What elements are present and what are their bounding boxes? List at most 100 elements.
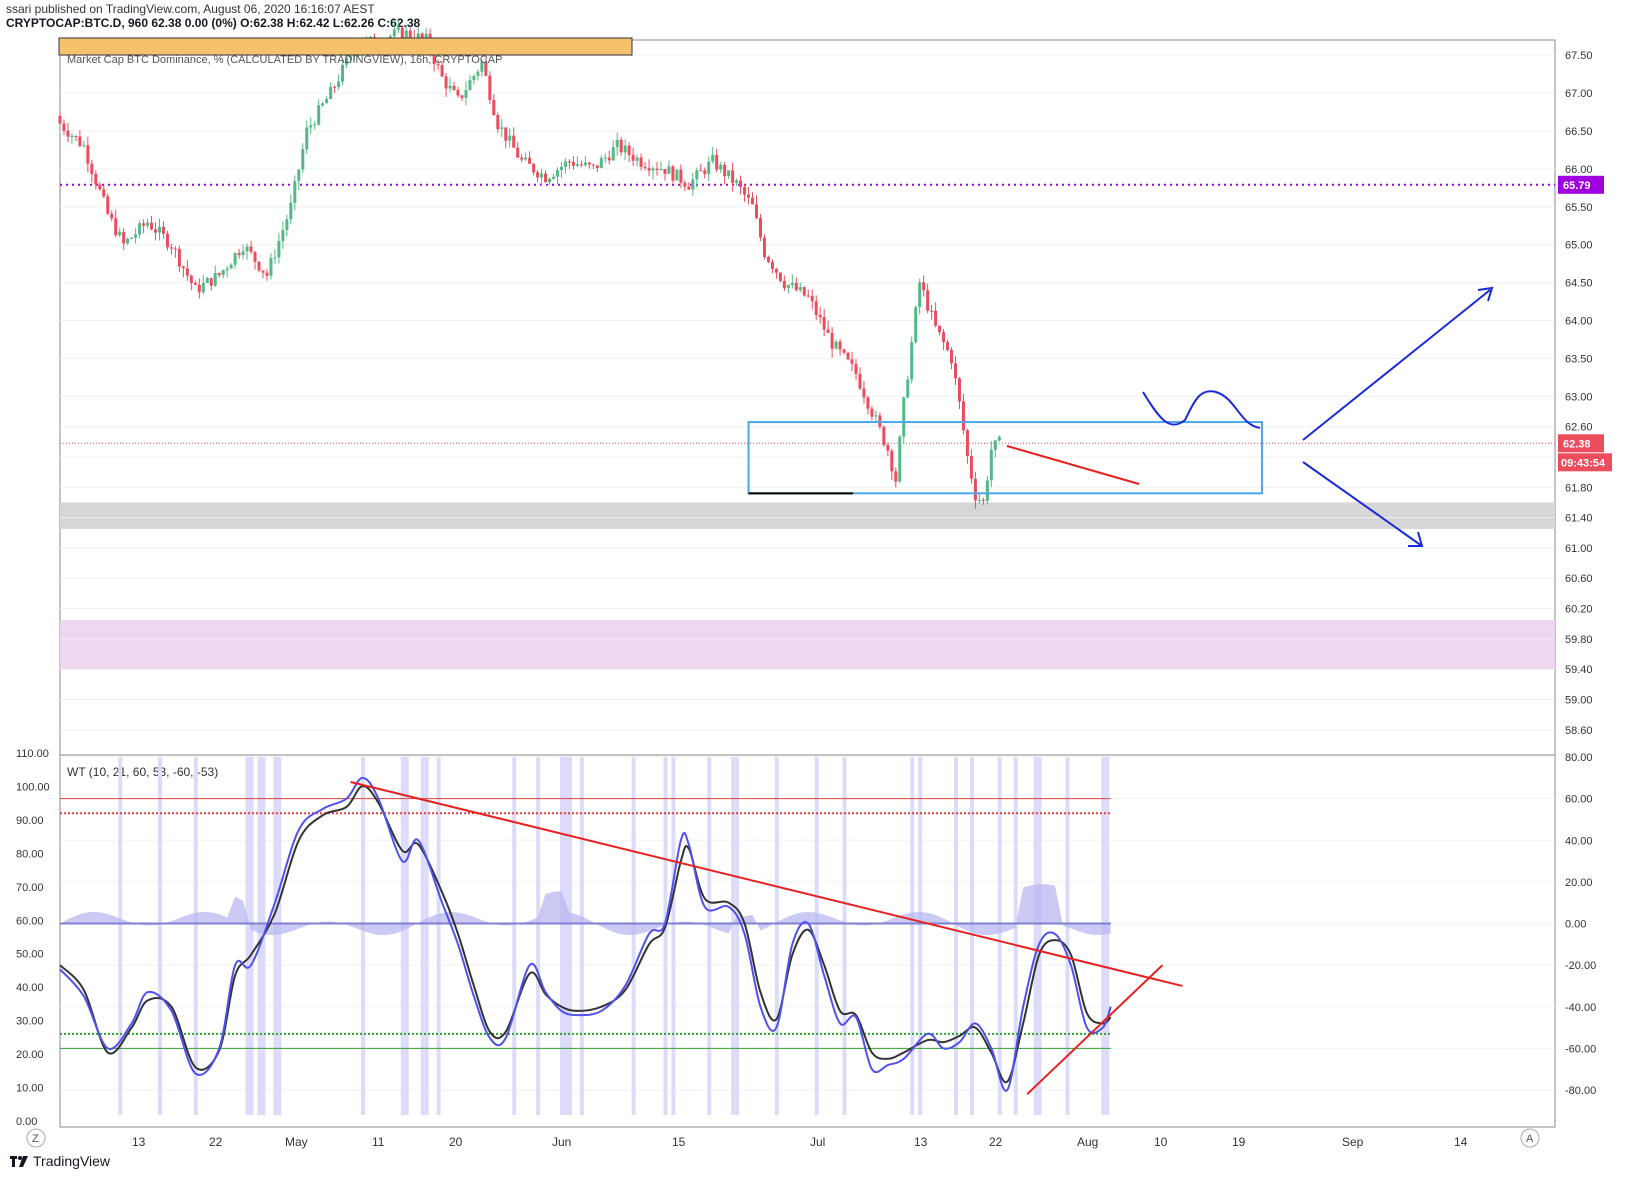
main-pane-title: Market Cap BTC Dominance, % (CALCULATED … xyxy=(67,54,502,66)
candle-body xyxy=(977,499,981,501)
candle-body xyxy=(325,99,329,104)
candle-body xyxy=(269,258,273,276)
candle-body xyxy=(217,273,221,276)
candle-body xyxy=(516,147,520,158)
signal-band xyxy=(954,757,958,1115)
time-tick-label: Jun xyxy=(552,1135,571,1149)
candle-body xyxy=(169,247,173,249)
candle-body xyxy=(758,218,762,238)
candle-body xyxy=(257,261,261,271)
auto-scale-button[interactable]: A xyxy=(1520,1128,1540,1148)
time-tick-label: 15 xyxy=(672,1135,686,1149)
time-tick-label: 11 xyxy=(372,1135,385,1149)
candle-body xyxy=(245,246,249,252)
candle-body xyxy=(858,373,862,389)
candle-body xyxy=(130,237,134,239)
candle-body xyxy=(663,169,667,174)
candle-body xyxy=(723,164,727,177)
zoom-button[interactable]: Z xyxy=(26,1128,46,1148)
candle-body xyxy=(651,168,655,171)
candle-body xyxy=(997,436,1001,441)
signal-band xyxy=(631,757,636,1115)
candle-body xyxy=(914,307,918,343)
candle-body xyxy=(321,103,325,106)
candle-body xyxy=(233,253,237,265)
footer-brand[interactable]: TradingView xyxy=(10,1153,110,1169)
chart-canvas[interactable]: 67.50 67.00 66.50 66.00 65.50 65.00 64.50 64.00… xyxy=(0,0,1626,1182)
indicator-tick-left: 110.00 xyxy=(16,748,49,760)
candle-body xyxy=(739,180,743,187)
candle-body xyxy=(818,314,822,318)
candle-body xyxy=(946,342,950,350)
candle-body xyxy=(846,352,850,360)
candle-body xyxy=(86,145,90,164)
candle-body xyxy=(619,139,623,153)
current-price-label: 62.38 xyxy=(1563,438,1591,450)
candle-body xyxy=(563,161,567,167)
candle-body xyxy=(882,426,886,446)
candle-body xyxy=(599,158,603,169)
candle-body xyxy=(683,182,687,187)
price-tick-label: 66.50 xyxy=(1565,126,1593,138)
candle-body xyxy=(177,249,181,267)
candle-body xyxy=(814,301,818,315)
candle-body xyxy=(950,349,954,364)
candle-body xyxy=(691,179,695,190)
candle-body xyxy=(954,363,957,379)
candle-body xyxy=(862,388,866,398)
candle-body xyxy=(755,204,758,219)
signal-band xyxy=(424,757,429,1115)
candle-body xyxy=(607,157,611,161)
indicator-tick-left: 70.00 xyxy=(16,882,44,894)
candle-body xyxy=(253,251,257,262)
signal-band xyxy=(663,757,668,1115)
candle-body xyxy=(786,284,790,289)
candle-body xyxy=(424,33,428,38)
price-tick-label: 64.00 xyxy=(1565,315,1593,327)
time-tick-label: May xyxy=(285,1135,308,1149)
candle-body xyxy=(631,154,635,161)
indicator-tick-right: 40.00 xyxy=(1565,835,1593,847)
signal-band xyxy=(158,757,162,1115)
signal-band xyxy=(1105,757,1110,1115)
signal-band xyxy=(1101,757,1106,1115)
candle-body xyxy=(150,222,154,230)
candle-body xyxy=(735,180,739,183)
candle-body xyxy=(420,33,424,38)
candle-body xyxy=(524,157,528,160)
candle-body xyxy=(727,170,731,177)
candle-body xyxy=(548,178,552,183)
candle-body xyxy=(802,287,806,296)
candle-body xyxy=(822,317,826,330)
signal-band xyxy=(404,757,409,1115)
price-tick-label: 60.20 xyxy=(1565,604,1593,616)
indicator-tick-left: 30.00 xyxy=(16,1016,44,1028)
indicator-tick-left: 100.00 xyxy=(16,781,50,793)
candle-body xyxy=(165,233,169,248)
candle-body xyxy=(528,157,532,164)
candle-body xyxy=(536,172,540,178)
signal-band xyxy=(420,757,425,1115)
candle-body xyxy=(830,332,834,349)
marked-level-label: 65.79 xyxy=(1563,180,1591,192)
candle-body xyxy=(643,166,647,169)
candle-body xyxy=(468,80,472,91)
candle-body xyxy=(293,181,297,203)
price-tick-label: 61.40 xyxy=(1565,513,1593,525)
candle-body xyxy=(965,430,969,457)
candle-body xyxy=(973,478,977,501)
candle-body xyxy=(810,295,814,302)
candle-body xyxy=(627,145,631,155)
candle-body xyxy=(731,170,735,183)
tradingview-logo-icon xyxy=(10,1155,28,1167)
chart-frame xyxy=(59,39,1556,1128)
signal-band xyxy=(118,757,123,1115)
wt1-line xyxy=(59,776,1112,1092)
signal-band xyxy=(774,757,779,1115)
candle-body xyxy=(556,170,559,177)
candle-body xyxy=(492,99,496,115)
candle-body xyxy=(659,169,663,171)
candle-body xyxy=(930,310,934,312)
candle-body xyxy=(687,186,691,190)
time-tick-label: 20 xyxy=(449,1135,463,1149)
